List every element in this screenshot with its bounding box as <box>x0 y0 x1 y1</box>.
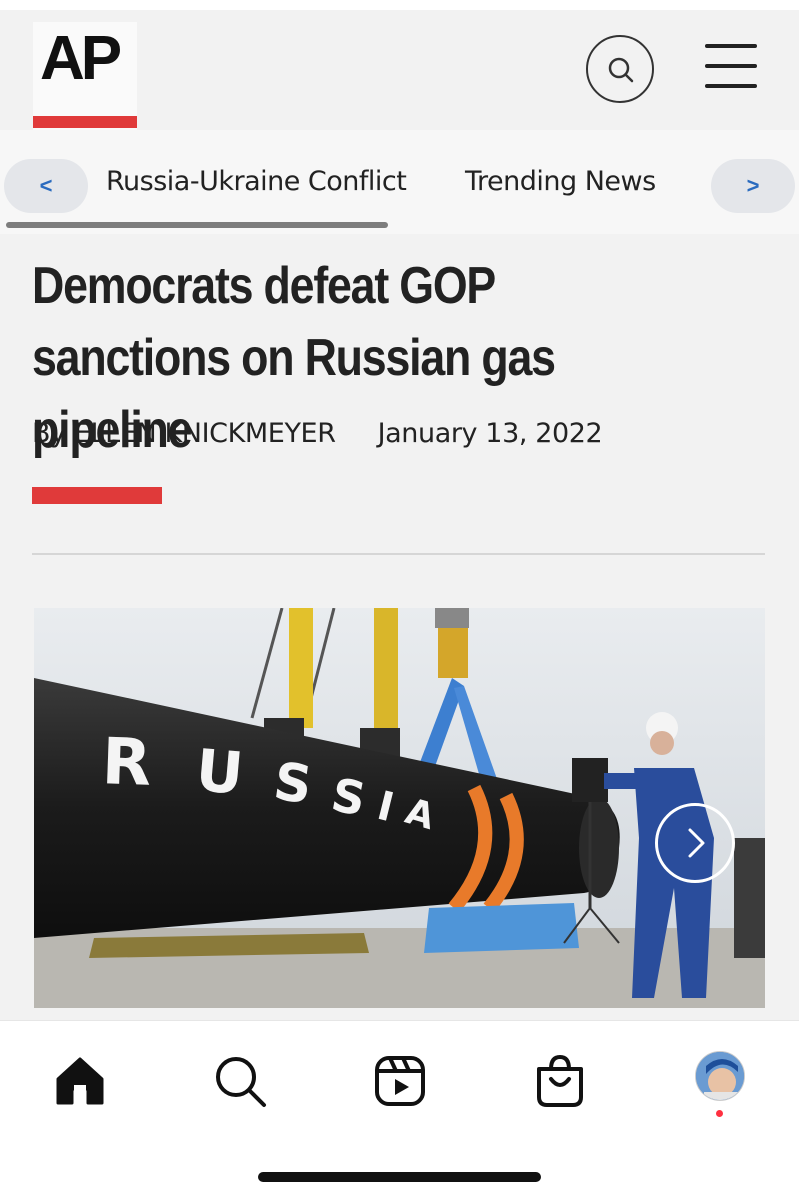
notification-dot <box>716 1110 723 1117</box>
nav-link-trending[interactable]: Trending News <box>465 166 656 197</box>
menu-icon-line <box>705 64 757 68</box>
topic-nav: < Russia-Ukraine Conflict Trending News … <box>0 130 799 234</box>
menu-icon <box>705 44 757 48</box>
author[interactable]: By ELLEN KNICKMEYER <box>32 418 336 449</box>
tab-home[interactable] <box>50 1051 110 1111</box>
status-area <box>0 0 799 10</box>
site-header <box>0 10 799 138</box>
divider <box>32 553 765 555</box>
menu-button[interactable] <box>705 44 757 90</box>
section-accent-bar <box>32 487 162 504</box>
pipeline-illustration <box>34 608 765 1008</box>
reels-icon <box>375 1056 425 1106</box>
gallery-next-button[interactable] <box>655 803 735 883</box>
avatar-image <box>696 1052 744 1100</box>
tab-reels[interactable] <box>370 1051 430 1111</box>
byline: By ELLEN KNICKMEYER January 13, 2022 <box>32 418 603 449</box>
home-icon <box>56 1057 104 1105</box>
pipe-text-letter: R <box>100 725 153 801</box>
tab-search[interactable] <box>210 1051 270 1111</box>
nav-scrollbar[interactable] <box>6 222 388 228</box>
pipe-text-letter: U <box>193 736 246 808</box>
shop-icon <box>537 1054 583 1107</box>
logo-text[interactable]: AP <box>40 28 122 90</box>
nav-prev-button[interactable]: < <box>4 159 88 213</box>
publish-date: January 13, 2022 <box>377 418 603 449</box>
home-indicator[interactable] <box>258 1172 541 1182</box>
search-icon <box>608 57 634 83</box>
logo-accent-bar <box>33 116 137 128</box>
chevron-right-icon <box>688 828 705 858</box>
article-photo[interactable]: R U S S I A <box>34 608 765 1008</box>
profile-avatar[interactable] <box>695 1051 745 1101</box>
nav-next-button[interactable]: > <box>711 159 795 213</box>
search-button[interactable] <box>586 35 654 103</box>
nav-link-russia-ukraine[interactable]: Russia-Ukraine Conflict <box>106 166 407 197</box>
search-icon <box>216 1057 266 1107</box>
tab-shop[interactable] <box>530 1051 590 1111</box>
menu-icon-line <box>705 84 757 88</box>
